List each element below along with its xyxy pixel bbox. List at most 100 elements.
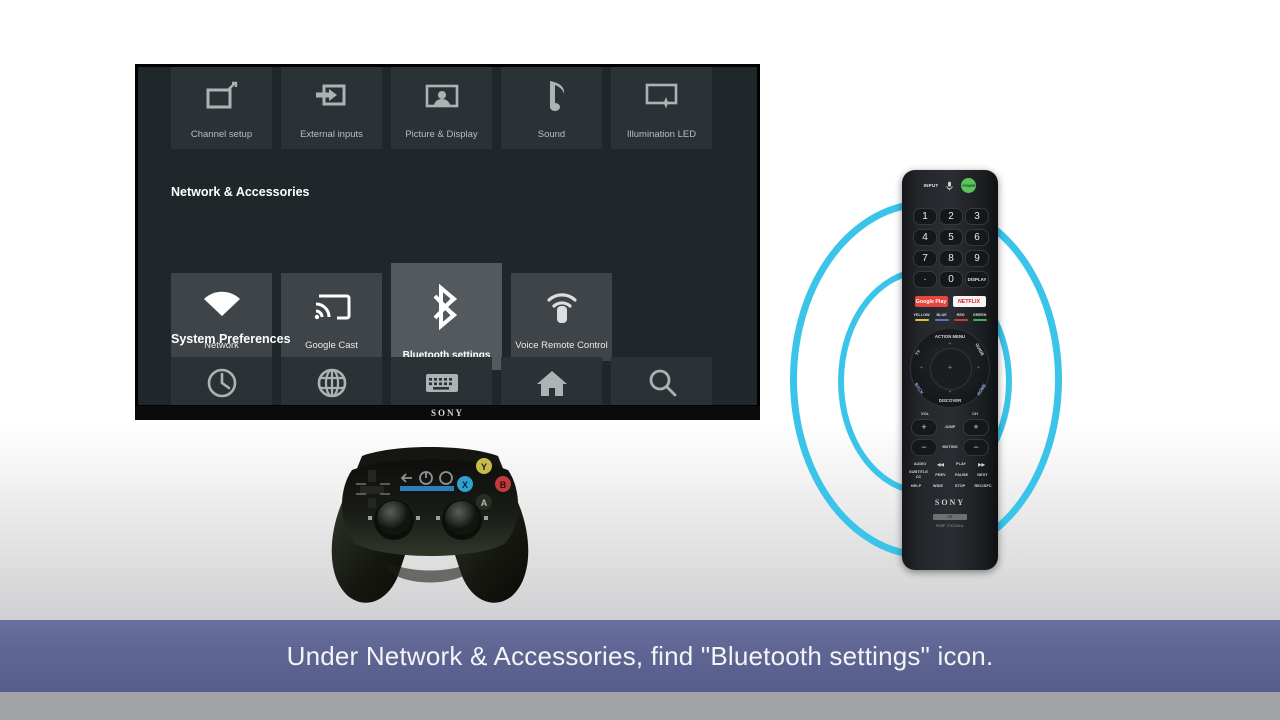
key-3[interactable]: 3 — [965, 208, 989, 225]
tile-sound[interactable]: Sound — [501, 67, 602, 149]
bottom-bar — [0, 692, 1280, 720]
key-9[interactable]: 9 — [965, 250, 989, 267]
tile-network[interactable]: Network — [171, 272, 272, 361]
ch-down-button[interactable]: − — [963, 438, 989, 456]
illumination-led-icon — [642, 67, 682, 130]
clock-icon — [205, 357, 239, 405]
tile-keyboard[interactable] — [391, 357, 492, 405]
settings-row-network: Network Google Cast Bluetooth settings V… — [138, 263, 612, 370]
tile-label: External inputs — [300, 128, 363, 140]
caption-text: Under Network & Accessories, find "Bluet… — [286, 640, 994, 671]
audio-button[interactable]: AUDIO — [912, 461, 929, 467]
tile-picture-display[interactable]: Picture & Display — [391, 67, 492, 149]
key-display[interactable]: DISPLAY — [965, 271, 989, 288]
vol-down-button[interactable]: − — [911, 438, 937, 456]
home-icon — [535, 357, 569, 405]
key-dot[interactable]: · — [913, 271, 937, 288]
tile-external-inputs[interactable]: External inputs — [281, 67, 382, 149]
wide-button[interactable]: WIDE — [929, 483, 947, 489]
remote-tv-tag: TV — [933, 514, 967, 520]
key-6[interactable]: 6 — [965, 229, 989, 246]
key-8[interactable]: 8 — [939, 250, 963, 267]
voice-remote-icon — [543, 273, 581, 342]
svg-text:B: B — [500, 480, 507, 490]
tile-label: Illumination LED — [626, 128, 697, 140]
picture-display-icon — [422, 67, 462, 130]
jump-button[interactable]: JUMP — [940, 424, 960, 430]
settings-row-top: Channel setup External inputs Picture & … — [138, 67, 712, 149]
background-gradient — [0, 424, 1280, 620]
color-button-green[interactable]: GREEN — [972, 313, 987, 321]
remote-dpad[interactable]: ACTION MENU TV GUIDE BACK HOME DISCOVER … — [910, 328, 990, 408]
remote-power-button[interactable]: POWER — [961, 178, 977, 193]
remote-input-label[interactable]: INPUT — [924, 183, 939, 188]
remote-sony-logo: SONY — [934, 498, 966, 507]
sony-brand-logo: SONY — [430, 408, 464, 418]
settings-row-system — [138, 357, 712, 405]
next-button[interactable]: NEXT — [974, 472, 992, 478]
tile-label: Channel setup — [190, 128, 253, 140]
tile-date-time[interactable] — [171, 357, 272, 405]
tile-voice-remote-control[interactable]: Voice Remote Control — [511, 272, 612, 361]
tile-google-cast[interactable]: Google Cast — [281, 272, 382, 361]
game-controller: Y X B A — [322, 440, 538, 612]
rec-button[interactable]: REC/SFC — [973, 483, 993, 489]
vol-label: VOL — [921, 411, 929, 416]
section-title-system: System Preferences — [171, 332, 291, 346]
remote-model-number: RMF-TX200U — [936, 523, 964, 528]
screenshot-stage: Channel setup External inputs Picture & … — [0, 0, 1280, 720]
color-button-red[interactable]: RED — [953, 313, 968, 321]
key-7[interactable]: 7 — [913, 250, 937, 267]
color-button-yellow[interactable]: YELLOW — [913, 313, 930, 321]
section-title-network: Network & Accessories — [171, 185, 310, 199]
dpad-back-label: BACK — [913, 381, 925, 396]
caption-bar: Under Network & Accessories, find "Bluet… — [0, 620, 1280, 692]
sound-note-icon — [532, 67, 572, 130]
cast-icon — [313, 273, 351, 342]
dpad-discover-label: DISCOVER — [938, 398, 962, 403]
subtitle-cc-button[interactable]: SUBTITLE CC — [909, 469, 929, 480]
tile-home[interactable] — [501, 357, 602, 405]
rewind-button[interactable]: ◀◀ — [934, 462, 948, 468]
svg-text:X: X — [462, 480, 468, 490]
muting-button[interactable]: MUTING — [940, 444, 960, 450]
tile-channel-setup[interactable]: Channel setup — [171, 67, 272, 149]
wifi-icon — [202, 273, 242, 342]
key-4[interactable]: 4 — [913, 229, 937, 246]
bluetooth-icon — [430, 263, 464, 350]
remote-keypad: 1 2 3 4 5 6 7 8 9 · 0 DISPLAY — [902, 208, 998, 288]
remote-and-signal-rings: INPUT POWER 1 2 3 4 5 6 7 8 9 · 0 DISPLA… — [770, 160, 1070, 580]
vol-up-button[interactable]: + — [911, 418, 937, 436]
svg-text:A: A — [481, 498, 488, 508]
help-button[interactable]: HELP — [907, 483, 925, 489]
tile-search[interactable] — [611, 357, 712, 405]
key-5[interactable]: 5 — [939, 229, 963, 246]
google-play-button[interactable]: Google Play — [914, 296, 948, 307]
key-0[interactable]: 0 — [939, 271, 963, 288]
key-2[interactable]: 2 — [939, 208, 963, 225]
tile-language[interactable] — [281, 357, 382, 405]
tv-screen: Channel setup External inputs Picture & … — [138, 67, 757, 405]
ch-up-button[interactable]: + — [963, 418, 989, 436]
ch-label: CH — [972, 411, 978, 416]
channel-setup-icon — [202, 67, 242, 130]
tile-bluetooth-settings[interactable]: Bluetooth settings — [391, 263, 502, 370]
sony-remote-control: INPUT POWER 1 2 3 4 5 6 7 8 9 · 0 DISPLA… — [902, 170, 998, 570]
tile-label: Picture & Display — [405, 128, 478, 140]
pause-button[interactable]: PAUSE — [953, 472, 971, 478]
netflix-button[interactable]: NETFLIX — [952, 296, 986, 307]
color-button-blue[interactable]: BLUE — [934, 313, 949, 321]
stop-button[interactable]: STOP — [951, 483, 969, 489]
remote-dpad-area: ACTION MENU TV GUIDE BACK HOME DISCOVER … — [902, 328, 998, 408]
fast-forward-button[interactable]: ▶▶ — [975, 462, 989, 468]
prev-button[interactable]: PREV — [932, 472, 950, 478]
tile-illumination-led[interactable]: Illumination LED — [611, 67, 712, 149]
play-button[interactable]: PLAY — [953, 461, 970, 467]
microphone-icon — [946, 181, 954, 190]
svg-text:Y: Y — [481, 462, 487, 472]
dpad-action-menu-label: ACTION MENU — [934, 334, 966, 339]
key-1[interactable]: 1 — [913, 208, 937, 225]
external-inputs-icon — [312, 67, 352, 130]
search-icon — [646, 357, 678, 405]
tv-bezel: SONY — [135, 406, 760, 420]
